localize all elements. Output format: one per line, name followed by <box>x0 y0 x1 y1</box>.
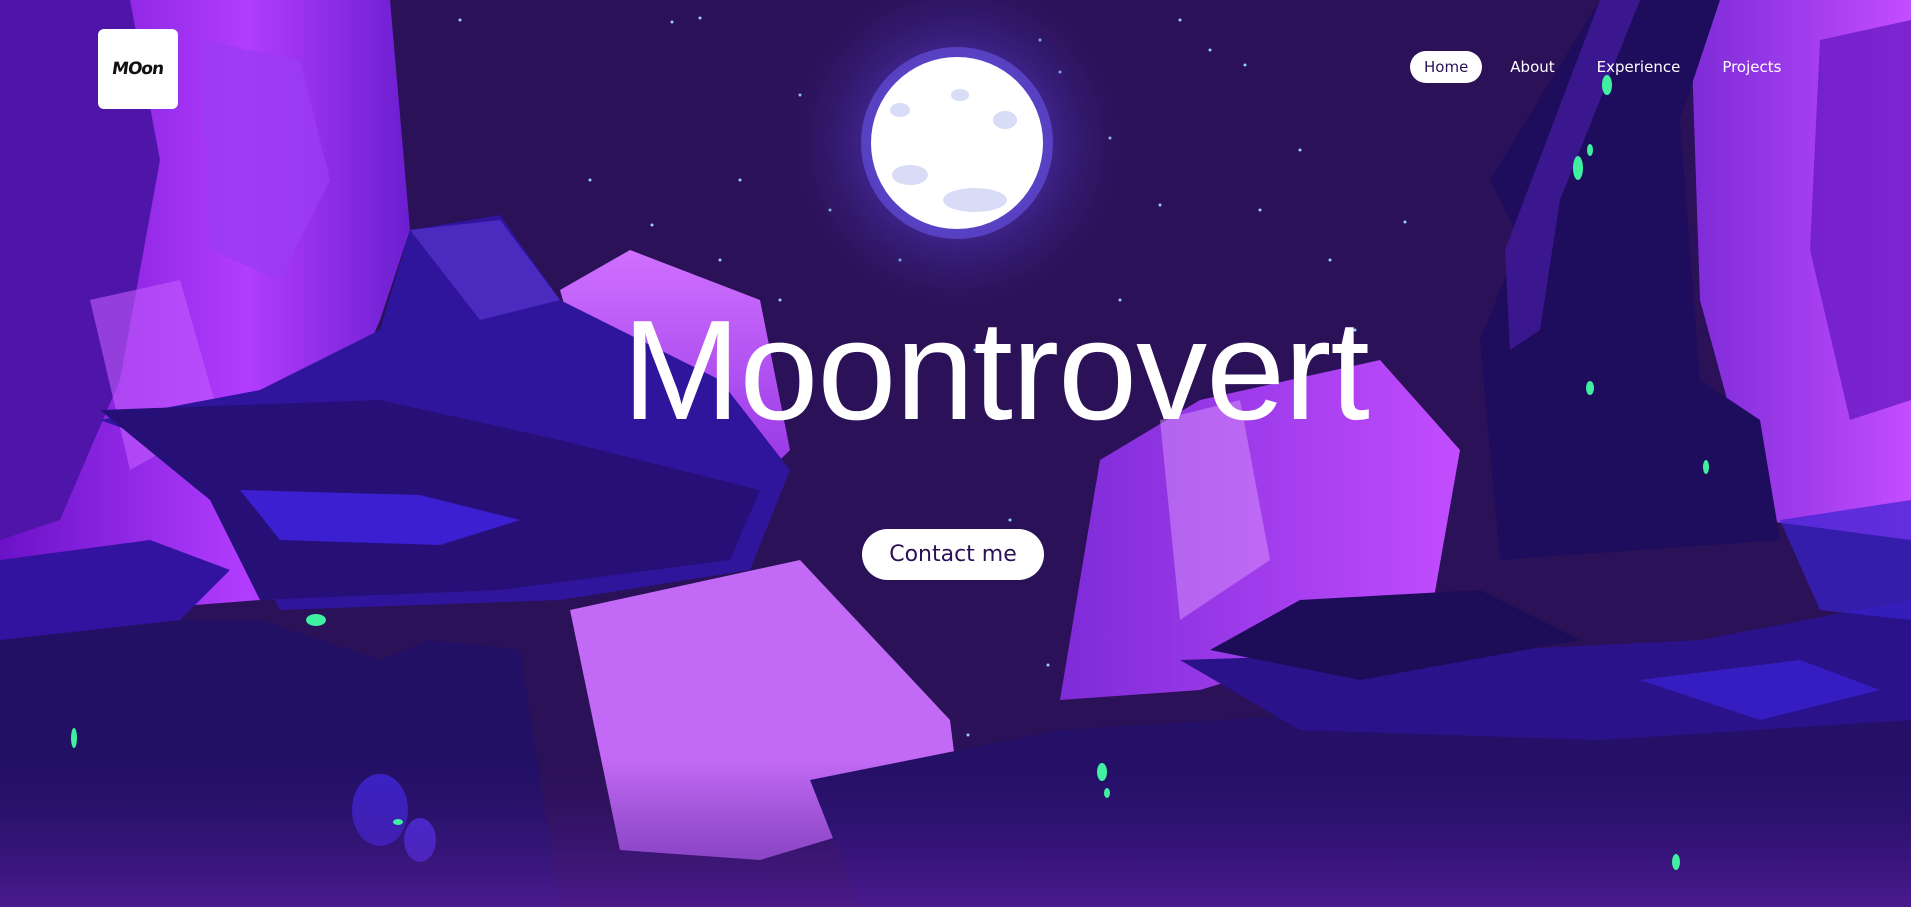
hero-section: MOon Home About Experience Projects Moon… <box>0 0 1911 907</box>
nav-item-home[interactable]: Home <box>1410 51 1483 83</box>
nav-item-projects[interactable]: Projects <box>1708 51 1795 83</box>
site-logo[interactable]: MOon <box>98 29 178 109</box>
moon-logo-icon: MOon <box>111 59 165 79</box>
nav-item-about[interactable]: About <box>1496 51 1568 83</box>
nav-item-experience[interactable]: Experience <box>1583 51 1695 83</box>
hero-title: Moontrovert <box>622 291 1370 450</box>
main-nav: Home About Experience Projects <box>1410 51 1795 83</box>
night-landscape-illustration <box>0 0 1911 907</box>
contact-me-button[interactable]: Contact me <box>862 529 1044 580</box>
